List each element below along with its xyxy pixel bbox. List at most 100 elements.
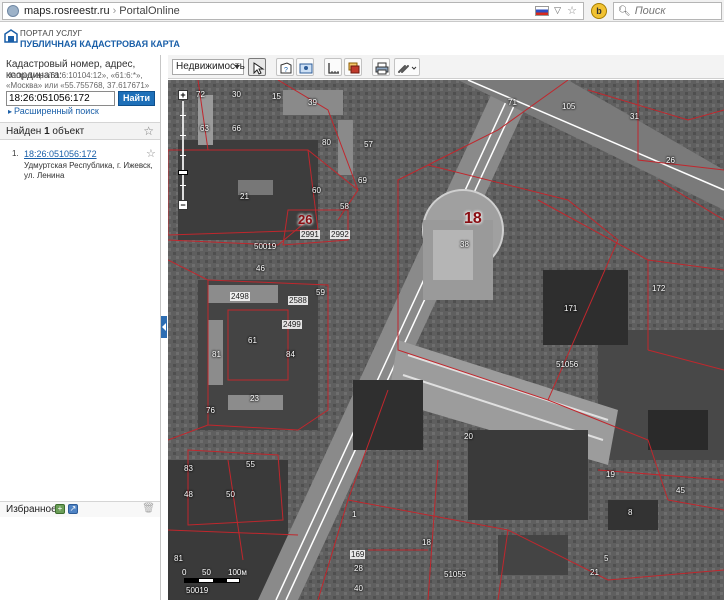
favorites-label: Избранное: [6, 504, 57, 515]
bookmark-star-icon[interactable]: ☆: [567, 4, 577, 17]
favorite-star-icon[interactable]: ☆: [143, 124, 154, 138]
parcel-label[interactable]: 59: [316, 288, 325, 297]
parcel-label[interactable]: 45: [676, 486, 685, 495]
quarter-label[interactable]: 51055: [444, 570, 466, 579]
advanced-search-link[interactable]: ▸ Расширенный поиск: [8, 106, 99, 116]
parcel-label[interactable]: 76: [206, 406, 215, 415]
result-cadastral-link[interactable]: 18:26:051056:172: [24, 149, 97, 159]
parcel-label[interactable]: 80: [322, 138, 331, 147]
address-bar[interactable]: maps.rosreestr.ru › PortalOnline ▽ ☆: [2, 2, 584, 20]
portal-label: ПОРТАЛ УСЛУГ: [20, 29, 83, 38]
parcel-label[interactable]: 55: [246, 460, 255, 469]
parcel-label[interactable]: 8: [628, 508, 632, 517]
parcel-label[interactable]: 58: [340, 202, 349, 211]
parcel-label[interactable]: 18: [422, 538, 431, 547]
parcel-label[interactable]: 50: [226, 490, 235, 499]
parcel-label[interactable]: 71: [508, 98, 517, 107]
info-icon: [299, 63, 313, 74]
zoom-control: + −: [178, 90, 188, 210]
parcel-label[interactable]: 23: [250, 394, 259, 403]
parcel-label[interactable]: 5: [604, 554, 608, 563]
block-label[interactable]: 26: [298, 212, 312, 227]
trash-icon[interactable]: 🗑︎: [142, 503, 155, 514]
parcel-label[interactable]: 169: [350, 550, 366, 559]
print-button[interactable]: [372, 58, 390, 76]
share-favorite-icon[interactable]: ↗: [68, 504, 78, 514]
parcel-label[interactable]: 61: [248, 336, 257, 345]
parcel-label[interactable]: 2992: [330, 230, 350, 239]
portal-logo-icon[interactable]: [4, 29, 18, 43]
block-label[interactable]: 18: [464, 210, 482, 228]
zoom-tick: [180, 185, 186, 186]
parcel-label[interactable]: 83: [184, 464, 193, 473]
browser-chrome: maps.rosreestr.ru › PortalOnline ▽ ☆ b 🔍…: [0, 0, 724, 22]
result-number: 1.: [12, 149, 19, 158]
cadastral-map[interactable]: 72 30 15 39 71 105 31 63 66 80 57 26 21 …: [168, 80, 724, 600]
parcel-label[interactable]: 171: [564, 304, 577, 313]
parcel-label[interactable]: 2991: [300, 230, 320, 239]
parcel-label[interactable]: 84: [286, 350, 295, 359]
zoom-in-button[interactable]: +: [178, 90, 188, 100]
advanced-search-label: Расширенный поиск: [14, 106, 99, 116]
parcel-label[interactable]: 2498: [230, 292, 250, 301]
parcel-label[interactable]: 48: [184, 490, 193, 499]
parcel-label[interactable]: 30: [232, 90, 241, 99]
found-suffix: объект: [52, 126, 85, 137]
parcel-label[interactable]: 81: [212, 350, 221, 359]
cadastral-search-input[interactable]: [6, 91, 115, 106]
page-title: PortalOnline: [119, 5, 180, 17]
chevron-down-icon[interactable]: ▽: [554, 5, 561, 16]
parcel-label[interactable]: 46: [256, 264, 265, 273]
search-hint-example: Например «61:6:10104:12», «61:6:*», «Мос…: [6, 71, 150, 90]
collapse-panel-toggle[interactable]: [161, 316, 167, 338]
favorites-bar: Избранное + ↗ 🗑︎: [0, 501, 160, 517]
extension-icon[interactable]: b: [591, 3, 607, 19]
chevron-down-icon: [234, 65, 240, 69]
zoom-out-button[interactable]: −: [178, 200, 188, 210]
parcel-label[interactable]: 15: [272, 92, 281, 101]
info-tool-button[interactable]: [296, 58, 314, 76]
link-button[interactable]: [394, 58, 420, 76]
svg-text:?: ?: [284, 67, 288, 74]
parcel-label[interactable]: 69: [358, 176, 367, 185]
add-favorite-icon[interactable]: +: [55, 504, 65, 514]
identify-tool-button[interactable]: ?: [276, 58, 294, 76]
measure-tool-button[interactable]: [324, 58, 342, 76]
browser-search-box[interactable]: 🔍︎: [613, 2, 722, 20]
parcel-label[interactable]: 2588: [288, 296, 308, 305]
quarter-label[interactable]: 50019: [254, 242, 276, 251]
find-button[interactable]: Найти: [118, 91, 155, 106]
result-favorite-icon[interactable]: ☆: [146, 147, 156, 160]
layer-select[interactable]: Недвижимость: [172, 59, 245, 75]
ruler-icon: [328, 63, 339, 74]
parcel-label[interactable]: 21: [590, 568, 599, 577]
select-tool-button[interactable]: [248, 58, 266, 76]
parcel-label[interactable]: 31: [630, 112, 639, 121]
parcel-label[interactable]: 40: [354, 584, 363, 593]
parcel-label[interactable]: 39: [308, 98, 317, 107]
parcel-label[interactable]: 20: [464, 432, 473, 441]
zoom-tick: [180, 135, 186, 136]
parcel-label[interactable]: 2499: [282, 320, 302, 329]
zoom-handle[interactable]: [178, 170, 188, 175]
parcel-label[interactable]: 172: [652, 284, 665, 293]
parcel-label[interactable]: 60: [312, 186, 321, 195]
parcel-label[interactable]: 66: [232, 124, 241, 133]
parcel-label[interactable]: 21: [240, 192, 249, 201]
quarter-label[interactable]: 51056: [556, 360, 578, 369]
site-title[interactable]: ПУБЛИЧНАЯ КАДАСТРОВАЯ КАРТА: [20, 39, 180, 49]
parcel-label[interactable]: 63: [200, 124, 209, 133]
parcel-label[interactable]: 28: [354, 564, 363, 573]
parcel-label[interactable]: 72: [196, 90, 205, 99]
browser-search-input[interactable]: [634, 5, 715, 17]
parcel-label[interactable]: 1: [352, 510, 356, 519]
flag-icon[interactable]: [535, 6, 549, 16]
parcel-label[interactable]: 19: [606, 470, 615, 479]
parcel-label[interactable]: 57: [364, 140, 373, 149]
parcel-label[interactable]: 38: [460, 240, 469, 249]
parcel-label[interactable]: 81: [174, 554, 183, 563]
parcel-label[interactable]: 105: [562, 102, 575, 111]
parcel-label[interactable]: 26: [666, 156, 675, 165]
layers-tool-button[interactable]: [344, 58, 362, 76]
result-address: Удмуртская Республика, г. Ижевск, ул. Ле…: [24, 161, 153, 180]
